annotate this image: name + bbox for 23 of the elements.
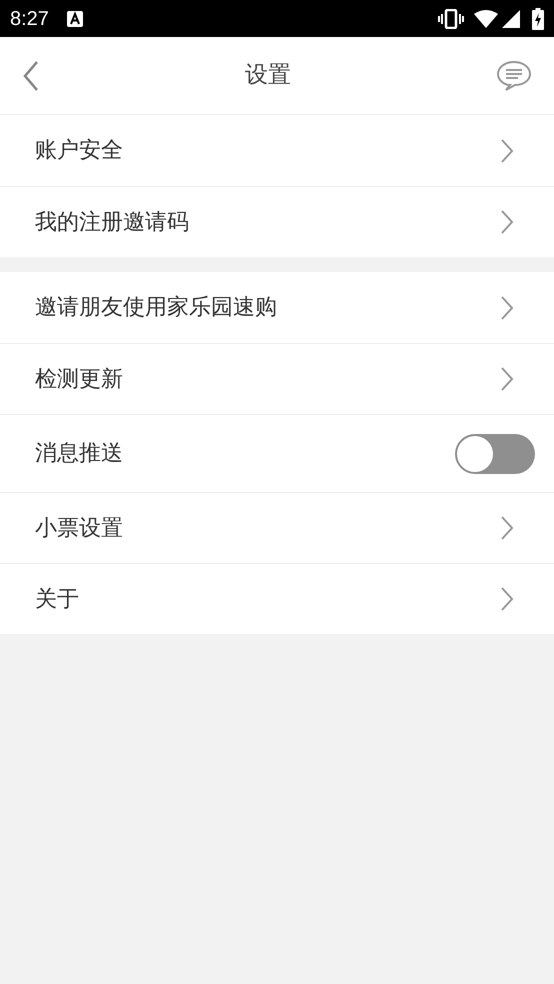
setting-label: 关于	[35, 586, 79, 614]
back-icon[interactable]	[22, 60, 40, 92]
chevron-right-icon[interactable]	[500, 209, 514, 235]
battery-icon	[532, 8, 544, 30]
setting-label: 小票设置	[35, 514, 123, 542]
status-time: 8:27	[10, 6, 49, 32]
wifi-icon	[474, 10, 498, 28]
chevron-right-icon[interactable]	[500, 294, 514, 320]
setting-label: 邀请朋友使用家乐园速购	[35, 294, 277, 322]
setting-label: 我的注册邀请码	[35, 208, 189, 236]
page-title: 设置	[245, 61, 291, 90]
setting-label: 消息推送	[35, 440, 123, 468]
toggle-switch[interactable]	[455, 434, 535, 474]
chat-bubble-icon[interactable]	[496, 60, 532, 92]
chevron-right-icon[interactable]	[500, 138, 514, 164]
setting-label: 账户安全	[35, 137, 123, 165]
signal-icon	[502, 10, 520, 28]
chevron-right-icon[interactable]	[500, 366, 514, 392]
notification-icon	[66, 10, 83, 26]
chevron-right-icon[interactable]	[500, 586, 514, 612]
vibrate-icon	[438, 8, 464, 28]
chevron-right-icon[interactable]	[500, 515, 514, 541]
setting-label: 检测更新	[35, 366, 123, 394]
